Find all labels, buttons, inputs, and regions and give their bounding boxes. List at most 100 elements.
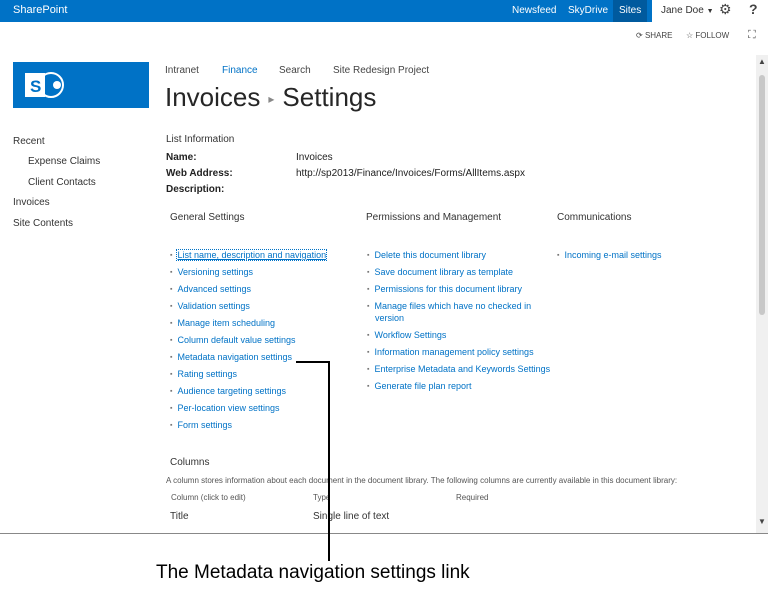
share-button[interactable]: ⟳ SHARE: [636, 31, 673, 40]
scrollbar-thumb[interactable]: [759, 75, 765, 315]
list-name-link[interactable]: ▪ List name, description and navigation: [170, 249, 328, 261]
link-text: Audience targeting settings: [177, 386, 287, 396]
bullet-icon: ▪: [367, 332, 370, 339]
link-text: Form settings: [177, 420, 232, 430]
workflow-settings-link[interactable]: ▪ Workflow Settings: [367, 330, 446, 340]
enterprise-metadata-link[interactable]: ▪ Enterprise Metadata and Keywords Settin…: [367, 364, 550, 374]
versioning-settings-link[interactable]: ▪ Versioning settings: [170, 267, 253, 277]
advanced-settings-link[interactable]: ▪ Advanced settings: [170, 284, 251, 294]
link-text: Enterprise Metadata and Keywords Setting…: [374, 364, 551, 374]
link-text: Save document library as template: [374, 267, 514, 277]
ribbon-bar: ⟳ SHARE ☆ FOLLOW ⛶: [0, 22, 768, 48]
per-location-view-link[interactable]: ▪ Per-location view settings: [170, 403, 280, 413]
vertical-scrollbar[interactable]: ▲ ▼: [756, 55, 768, 533]
callout-line-horizontal: [296, 361, 329, 363]
bullet-icon: ▪: [367, 303, 370, 310]
global-nav-search[interactable]: Search: [279, 65, 311, 76]
file-plan-report-link[interactable]: ▪ Generate file plan report: [367, 381, 472, 391]
link-text: Advanced settings: [177, 284, 252, 294]
link-text: Column default value settings: [177, 335, 296, 345]
link-text: Per-location view settings: [177, 403, 280, 413]
left-nav-site-contents[interactable]: Site Contents: [13, 218, 73, 229]
web-address-label: Web Address:: [166, 168, 233, 179]
link-text: Generate file plan report: [374, 381, 472, 391]
callout-line-vertical: [328, 361, 330, 561]
link-text: Permissions for this document library: [374, 284, 523, 294]
global-nav-site-redesign[interactable]: Site Redesign Project: [333, 65, 429, 76]
column-default-value-link[interactable]: ▪ Column default value settings: [170, 335, 296, 345]
user-name-button[interactable]: Jane Doe ▼: [661, 5, 714, 16]
left-nav-expense-claims[interactable]: Expense Claims: [28, 156, 100, 167]
user-name: Jane Doe: [661, 5, 704, 16]
bullet-icon: ▪: [170, 320, 173, 327]
left-nav-recent[interactable]: Recent: [13, 136, 45, 147]
page-title: Invoices ▸ Settings: [165, 82, 376, 113]
description-label: Description:: [166, 184, 225, 195]
help-icon[interactable]: ?: [749, 1, 758, 17]
columns-description: A column stores information about each d…: [166, 476, 678, 485]
rating-settings-link[interactable]: ▪ Rating settings: [170, 369, 237, 379]
global-nav-intranet[interactable]: Intranet: [165, 65, 199, 76]
follow-button[interactable]: ☆ FOLLOW: [686, 31, 729, 40]
link-text: Information management policy settings: [374, 347, 534, 357]
bullet-icon: ▪: [170, 354, 173, 361]
scroll-up-icon[interactable]: ▲: [758, 57, 766, 66]
sites-link[interactable]: Sites: [613, 0, 648, 22]
bullet-icon: ▪: [170, 422, 173, 429]
scroll-down-icon[interactable]: ▼: [758, 517, 766, 526]
incoming-email-link[interactable]: ▪ Incoming e-mail settings: [557, 250, 662, 260]
user-menu[interactable]: Jane Doe ▼ ⚙ ?: [652, 0, 768, 22]
focus-on-content-icon[interactable]: ⛶: [748, 29, 756, 42]
bullet-icon: ▪: [367, 269, 370, 276]
column-title-type: Single line of text: [313, 511, 390, 522]
bullet-icon: ▪: [367, 286, 370, 293]
bullet-icon: ▪: [170, 405, 173, 412]
page-title-list[interactable]: Invoices: [165, 82, 260, 112]
list-information-heading: List Information: [166, 134, 235, 145]
metadata-navigation-settings-link[interactable]: ▪ Metadata navigation settings: [170, 352, 292, 362]
newsfeed-link[interactable]: Newsfeed: [512, 0, 556, 22]
gear-icon[interactable]: ⚙: [719, 1, 732, 18]
save-as-template-link[interactable]: ▪ Save document library as template: [367, 267, 513, 277]
suite-bar: SharePoint Newsfeed SkyDrive Sites Jane …: [0, 0, 768, 22]
name-value: Invoices: [296, 152, 333, 163]
info-management-policy-link[interactable]: ▪ Information management policy settings: [367, 347, 534, 357]
bullet-icon: ▪: [170, 269, 173, 276]
web-address-value: http://sp2013/Finance/Invoices/Forms/All…: [296, 168, 525, 179]
form-settings-link[interactable]: ▪ Form settings: [170, 420, 232, 430]
bullet-icon: ▪: [367, 366, 370, 373]
left-nav-invoices[interactable]: Invoices: [13, 197, 50, 208]
bullet-icon: ▪: [170, 388, 173, 395]
link-text: Rating settings: [177, 369, 238, 379]
audience-targeting-link[interactable]: ▪ Audience targeting settings: [170, 386, 286, 396]
sharepoint-logo-icon: S: [25, 72, 64, 98]
share-label: SHARE: [644, 31, 673, 40]
bullet-icon: ▪: [170, 337, 173, 344]
permissions-link[interactable]: ▪ Permissions for this document library: [367, 284, 522, 294]
column-title-link[interactable]: Title: [170, 511, 189, 522]
bullet-icon: ▪: [557, 252, 560, 259]
skydrive-link[interactable]: SkyDrive: [568, 0, 608, 22]
link-text: Metadata navigation settings: [177, 352, 293, 362]
manage-item-scheduling-link[interactable]: ▪ Manage item scheduling: [170, 318, 275, 328]
communications-heading: Communications: [557, 212, 632, 223]
global-nav-finance[interactable]: Finance: [222, 65, 258, 76]
validation-settings-link[interactable]: ▪ Validation settings: [170, 301, 250, 311]
link-text: Manage files which have no checked in: [374, 301, 532, 311]
link-text: Delete this document library: [374, 250, 487, 260]
delete-library-link[interactable]: ▪ Delete this document library: [367, 250, 486, 260]
figure-caption: The Metadata navigation settings link: [156, 562, 470, 583]
sharepoint-brand[interactable]: SharePoint: [13, 4, 67, 16]
bullet-icon: ▪: [367, 252, 370, 259]
link-text: List name, description and navigation: [176, 249, 328, 261]
left-nav-client-contacts[interactable]: Client Contacts: [28, 177, 96, 188]
svg-text:S: S: [30, 77, 41, 96]
breadcrumb-arrow-icon: ▸: [268, 92, 275, 107]
follow-label: FOLLOW: [695, 31, 730, 40]
manage-checked-in-link-cont[interactable]: version: [375, 313, 404, 323]
link-text: Versioning settings: [177, 267, 254, 277]
bullet-icon: ▪: [170, 252, 173, 259]
star-icon: ☆: [686, 31, 694, 40]
site-logo[interactable]: S: [13, 62, 149, 108]
manage-checked-in-link[interactable]: ▪ Manage files which have no checked in: [367, 301, 531, 311]
